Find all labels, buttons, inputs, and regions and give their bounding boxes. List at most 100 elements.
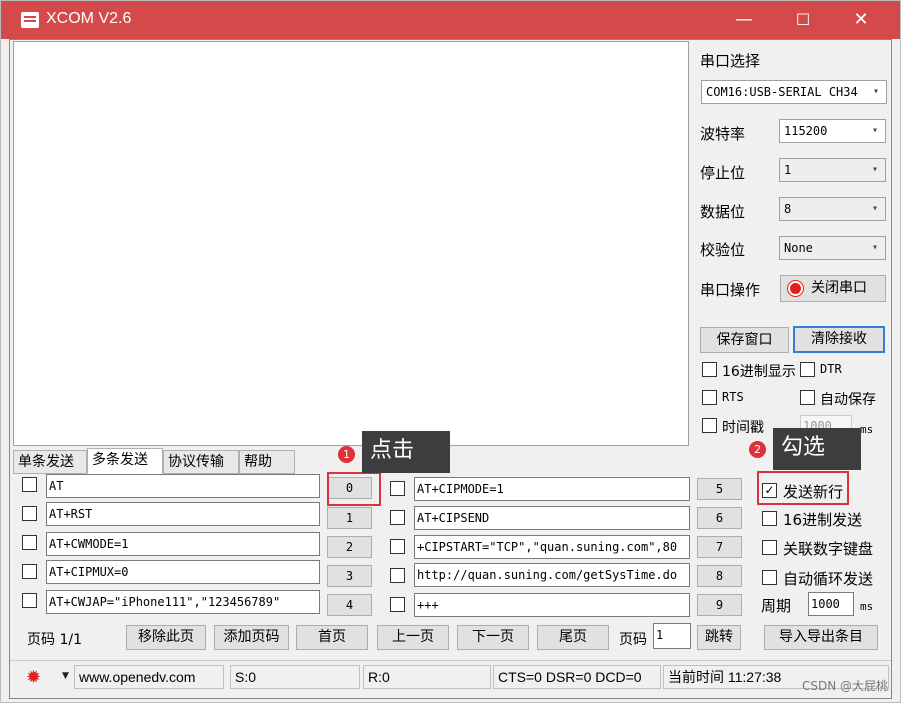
dtr-checkbox[interactable]	[800, 362, 815, 377]
cmd-3-input[interactable]: AT+CIPMUX=0	[46, 560, 320, 584]
csdn-watermark: CSDN @大屁桃	[801, 679, 888, 693]
chevron-down-icon: ▾	[871, 242, 879, 253]
cmd-1-input[interactable]: AT+RST	[46, 502, 320, 526]
cmd-8-input[interactable]: http://quan.suning.com/getSysTime.do	[414, 563, 690, 587]
maximize-button[interactable]: ☐	[780, 1, 826, 39]
cmd-4-input[interactable]: AT+CWJAP="iPhone111","123456789"	[46, 590, 320, 614]
clear-receive-button[interactable]: 清除接收	[793, 326, 885, 353]
send-cmd-2-button[interactable]: 2	[327, 536, 372, 558]
cmd-6-input[interactable]: AT+CIPSEND	[414, 506, 690, 530]
import-export-button[interactable]: 导入导出条目	[764, 625, 878, 650]
cmd-4-checkbox[interactable]	[22, 593, 37, 608]
rts-checkbox[interactable]	[702, 390, 717, 405]
page-number-label: 页码	[619, 632, 647, 648]
cmd-7-checkbox[interactable]	[390, 539, 405, 554]
send-cmd-6-button[interactable]: 6	[697, 507, 742, 529]
cmd-9-checkbox[interactable]	[390, 597, 405, 612]
website-link[interactable]: www.openedv.com	[74, 665, 224, 689]
step-2-callout: 勾选	[773, 428, 861, 470]
parity-label: 校验位	[700, 241, 746, 259]
settings-gear-icon[interactable]: ✹	[26, 669, 44, 687]
parity-select[interactable]: None ▾	[779, 236, 886, 260]
databits-select[interactable]: 8 ▾	[779, 197, 886, 221]
close-port-button[interactable]: 关闭串口	[780, 275, 886, 302]
annotation-highlight-newline	[757, 471, 849, 505]
receive-text-area[interactable]	[13, 41, 689, 446]
link-keypad-label: 关联数字键盘	[783, 540, 874, 558]
add-page-button[interactable]: 添加页码	[214, 625, 289, 650]
chevron-down-icon: ▾	[872, 86, 880, 97]
hex-display-checkbox[interactable]	[702, 362, 717, 377]
cmd-5-input[interactable]: AT+CIPMODE=1	[414, 477, 690, 501]
window-title: XCOM V2.6	[46, 10, 132, 27]
cmd-0-checkbox[interactable]	[22, 477, 37, 492]
port-select[interactable]: COM16:USB-SERIAL CH34 ▾	[701, 80, 887, 104]
timestamp-checkbox[interactable]	[702, 418, 717, 433]
tab-protocol[interactable]: 协议传输	[163, 450, 239, 474]
tab-multi-send[interactable]: 多条发送	[87, 448, 163, 474]
baud-label: 波特率	[700, 125, 746, 143]
first-page-button[interactable]: 首页	[296, 625, 368, 650]
minimize-button[interactable]: —	[721, 1, 767, 39]
page-indicator: 页码 1/1	[27, 632, 82, 648]
link-keypad-checkbox[interactable]	[762, 540, 777, 555]
last-page-button[interactable]: 尾页	[537, 625, 609, 650]
tab-help[interactable]: 帮助	[239, 450, 295, 474]
hex-send-checkbox[interactable]	[762, 511, 777, 526]
timestamp-label: 时间戳	[722, 420, 764, 436]
sent-count: S:0	[230, 665, 360, 689]
hex-send-label: 16进制发送	[783, 511, 863, 529]
next-page-button[interactable]: 下一页	[457, 625, 529, 650]
cmd-6-checkbox[interactable]	[390, 510, 405, 525]
remove-page-button[interactable]: 移除此页	[126, 625, 206, 650]
stopbits-select[interactable]: 1 ▾	[779, 158, 886, 182]
prev-page-button[interactable]: 上一页	[377, 625, 449, 650]
auto-loop-checkbox[interactable]	[762, 570, 777, 585]
send-cmd-3-button[interactable]: 3	[327, 565, 372, 587]
parity-value: None	[784, 241, 813, 255]
port-status-red-icon	[788, 281, 803, 296]
page-number-input[interactable]: 1	[653, 623, 691, 649]
cmd-2-checkbox[interactable]	[22, 535, 37, 550]
save-window-button[interactable]: 保存窗口	[700, 327, 789, 353]
port-select-label: 串口选择	[700, 52, 761, 70]
dropdown-arrow-icon[interactable]: ▼	[62, 671, 69, 681]
annotation-highlight-send-button	[327, 472, 381, 506]
period-unit: ms	[860, 600, 874, 613]
client-area: 串口选择 COM16:USB-SERIAL CH34 ▾ 波特率 115200 …	[9, 39, 892, 699]
step-2-badge: 2	[749, 441, 766, 458]
cmd-9-input[interactable]: +++	[414, 593, 690, 617]
dtr-label: DTR	[820, 362, 842, 376]
hex-display-label: 16进制显示	[722, 364, 796, 380]
timestamp-unit: ms	[860, 423, 874, 436]
received-count: R:0	[363, 665, 491, 689]
cmd-7-input[interactable]: +CIPSTART="TCP","quan.suning.com",80	[414, 535, 690, 559]
period-input[interactable]: 1000	[808, 592, 854, 616]
baud-select[interactable]: 115200 ▾	[779, 119, 886, 143]
rts-label: RTS	[722, 390, 744, 404]
cmd-3-checkbox[interactable]	[22, 564, 37, 579]
port-op-label: 串口操作	[700, 281, 761, 299]
cmd-2-input[interactable]: AT+CWMODE=1	[46, 532, 320, 556]
step-1-badge: 1	[338, 446, 355, 463]
baud-value: 115200	[784, 124, 828, 138]
cmd-0-input[interactable]: AT	[46, 474, 320, 498]
jump-button[interactable]: 跳转	[697, 625, 741, 650]
cmd-5-checkbox[interactable]	[390, 481, 405, 496]
send-cmd-8-button[interactable]: 8	[697, 565, 742, 587]
cmd-8-checkbox[interactable]	[390, 568, 405, 583]
period-label: 周期	[761, 597, 792, 615]
close-window-button[interactable]: ✕	[838, 1, 884, 39]
close-port-label: 关闭串口	[811, 280, 867, 296]
tab-single-send[interactable]: 单条发送	[13, 450, 87, 474]
databits-value: 8	[784, 202, 792, 216]
send-cmd-1-button[interactable]: 1	[327, 507, 372, 529]
auto-save-label: 自动保存	[820, 392, 876, 408]
cmd-1-checkbox[interactable]	[22, 506, 37, 521]
send-cmd-5-button[interactable]: 5	[697, 478, 742, 500]
send-cmd-4-button[interactable]: 4	[327, 594, 372, 616]
send-cmd-7-button[interactable]: 7	[697, 536, 742, 558]
status-bar: ✹ ▼ www.openedv.com S:0 R:0 CTS=0 DSR=0 …	[10, 660, 891, 692]
auto-save-checkbox[interactable]	[800, 390, 815, 405]
send-cmd-9-button[interactable]: 9	[697, 594, 742, 616]
